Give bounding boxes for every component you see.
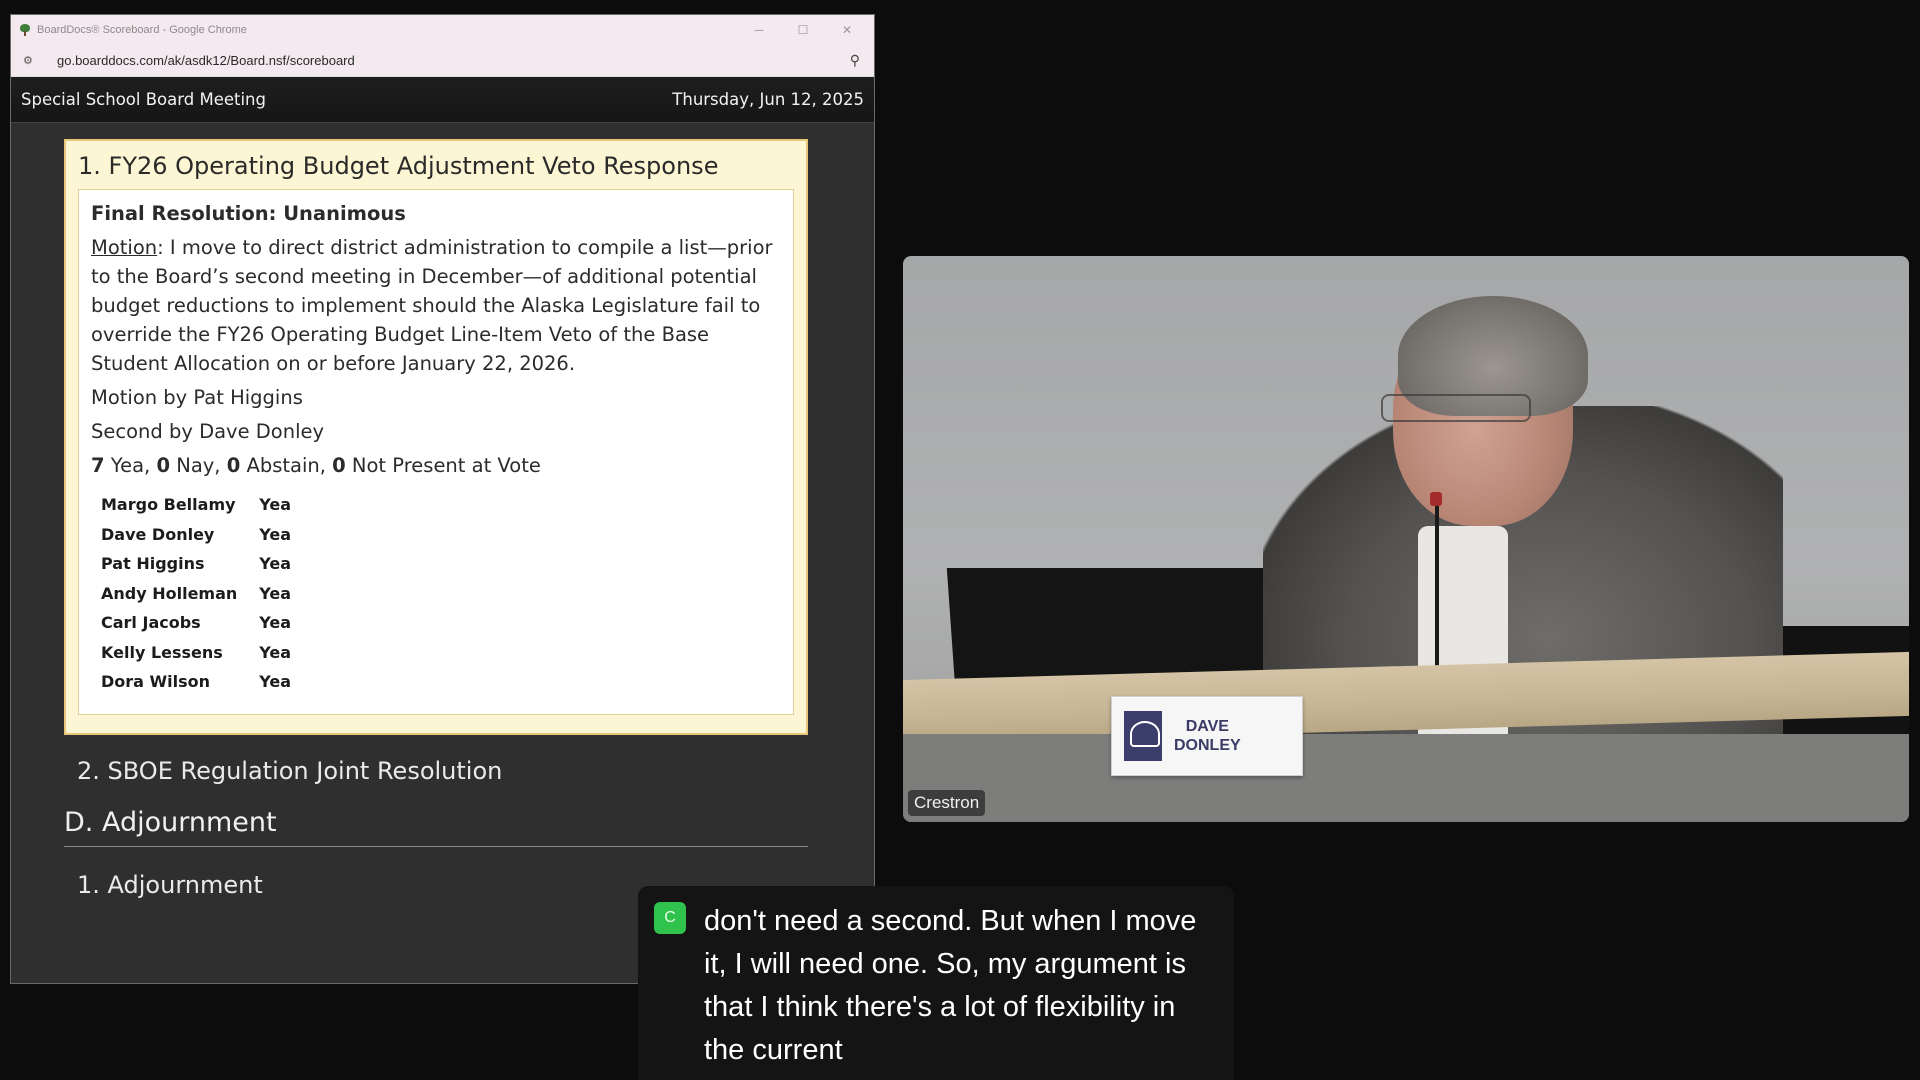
abstain-label: Abstain, [240,454,333,477]
live-caption-box: C don't need a second. But when I move i… [638,886,1234,1080]
not-present-count: 0 [332,454,346,477]
minimize-button[interactable]: ─ [750,23,768,37]
meeting-title: Special School Board Meeting [21,90,266,109]
nameplate: DAVE DONLEY [1111,696,1303,776]
table-row: Margo Bellamy Yea [101,490,313,520]
member-vote: Yea [259,495,292,515]
member-vote: Yea [259,672,292,692]
speaker-glasses [1381,394,1531,422]
browser-titlebar: BoardDocs® Scoreboard - Google Chrome ─ … [11,15,874,45]
not-present-label: Not Present at Vote [345,454,541,477]
member-name: Margo Bellamy [101,495,236,515]
vote-summary: 7 Yea, 0 Nay, 0 Abstain, 0 Not Present a… [91,451,781,480]
section-heading-adjournment: D. Adjournment [64,807,808,847]
address-bar[interactable]: ⚙ go.boarddocs.com/ak/asdk12/Board.nsf/s… [11,45,874,77]
yea-label: Yea, [104,454,157,477]
maximize-button[interactable]: ☐ [794,23,812,37]
current-agenda-item: 1. FY26 Operating Budget Adjustment Veto… [64,139,808,735]
motion-label: Motion [91,236,158,259]
browser-window: BoardDocs® Scoreboard - Google Chrome ─ … [10,14,875,984]
window-controls: ─ ☐ ✕ [750,23,866,37]
video-feed: DAVE DONLEY Crestron [903,256,1909,822]
member-vote: Yea [259,554,292,574]
table-row: Carl Jacobs Yea [101,608,313,638]
member-vote: Yea [259,583,292,603]
meeting-date: Thursday, Jun 12, 2025 [672,90,864,109]
nameplate-last-name: DONLEY [1174,737,1241,754]
member-vote: Yea [259,613,292,633]
member-name: Carl Jacobs [101,613,201,633]
second-by: Second by Dave Donley [91,420,325,443]
site-settings-icon[interactable]: ⚙ [23,54,37,67]
close-button[interactable]: ✕ [838,23,856,37]
zoom-icon[interactable]: ⚲ [850,52,860,69]
resolution-heading: Final Resolution: Unanimous [91,202,406,225]
caption-speaker-avatar: C [654,902,686,934]
window-title: BoardDocs® Scoreboard - Google Chrome [37,24,247,36]
boarddocs-tree-icon [19,24,31,36]
motion-text: Motion: I move to direct district admini… [91,233,781,378]
agenda-item-adjournment: 1. Adjournment [77,871,263,899]
microphone-icon [1430,492,1442,506]
nameplate-text: DAVE DONLEY [1174,717,1241,755]
member-name: Pat Higgins [101,554,205,574]
item-title: 1. FY26 Operating Budget Adjustment Veto… [78,152,719,180]
member-vote: Yea [259,524,292,544]
member-name: Andy Holleman [101,583,238,603]
yea-count: 7 [91,454,105,477]
table-row: Andy Holleman Yea [101,579,313,609]
vote-table: Margo Bellamy Yea Dave Donley Yea Pat Higg… [101,490,313,697]
table-row: Pat Higgins Yea [101,549,313,579]
table-row: Dave Donley Yea [101,520,313,550]
member-name: Kelly Lessens [101,642,223,662]
video-source-label: Crestron [908,790,986,816]
motion-by: Motion by Pat Higgins [91,386,303,409]
table-row: Kelly Lessens Yea [101,638,313,668]
caption-text: don't need a second. But when I move it,… [704,905,1197,1066]
agenda-item-sboe-regulation: 2. SBOE Regulation Joint Resolution [77,757,503,785]
abstain-count: 0 [226,454,241,477]
resolution-box: Final Resolution: Unanimous Motion: I mo… [78,189,794,715]
member-name: Dora Wilson [101,672,211,692]
meeting-header: Special School Board Meeting Thursday, J… [11,77,874,123]
table-row: Dora Wilson Yea [101,667,313,697]
district-logo-icon [1124,711,1162,761]
member-name: Dave Donley [101,524,215,544]
scoreboard-body: 1. FY26 Operating Budget Adjustment Veto… [11,123,874,983]
member-vote: Yea [259,642,292,662]
nameplate-first-name: DAVE [1185,718,1229,735]
dais-front [903,734,1909,822]
url-text[interactable]: go.boarddocs.com/ak/asdk12/Board.nsf/sco… [57,53,850,68]
nay-count: 0 [156,454,171,477]
motion-body: : I move to direct district administrati… [91,236,773,375]
nay-label: Nay, [170,454,227,477]
